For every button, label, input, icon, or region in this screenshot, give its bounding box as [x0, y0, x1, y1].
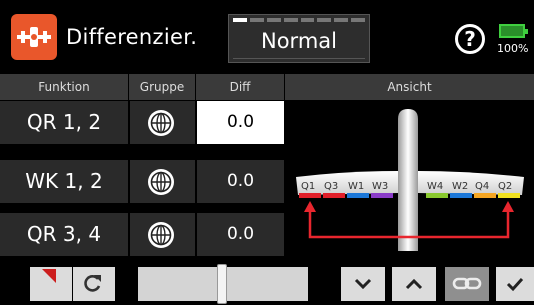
funktion-cell[interactable]: QR 1, 2	[0, 101, 128, 144]
column-header-ansicht: Ansicht	[387, 80, 432, 94]
header: Differenzier. Normal ? 100%	[0, 0, 534, 73]
decrement-button[interactable]	[341, 267, 385, 301]
mode-indicator	[233, 18, 365, 22]
column-header-gruppe: Gruppe	[129, 74, 196, 100]
aircraft-preview: Q1 Q3 W1 W3 W4 W2 Q4 Q2	[286, 101, 534, 259]
check-icon	[506, 277, 524, 292]
diff-value[interactable]: 0.0	[197, 213, 284, 256]
surface-label: Q2	[498, 181, 512, 192]
surface-label: Q1	[301, 181, 315, 192]
chevron-down-icon	[354, 278, 372, 290]
back-button[interactable]	[30, 267, 72, 301]
column-header-diff: Diff	[196, 74, 285, 100]
chevron-up-icon	[405, 278, 423, 290]
gruppe-cell[interactable]	[130, 213, 195, 256]
confirm-button[interactable]	[496, 267, 534, 301]
help-icon[interactable]: ?	[455, 24, 485, 54]
funktion-cell[interactable]: QR 3, 4	[0, 213, 128, 256]
table-row: QR 3, 4 0.0	[0, 213, 284, 256]
increment-button[interactable]	[392, 267, 436, 301]
table-row: WK 1, 2 0.0	[0, 160, 284, 203]
surface-label: W1	[348, 181, 364, 192]
surface-label: Q4	[475, 181, 489, 192]
globe-icon	[148, 110, 174, 136]
value-slider[interactable]	[138, 264, 308, 304]
table-header: Funktion Gruppe Diff Ansicht	[0, 74, 534, 100]
back-icon	[42, 269, 56, 283]
flight-mode-selector[interactable]: Normal	[228, 14, 370, 63]
surface-label: W2	[452, 181, 468, 192]
battery-icon	[499, 24, 528, 38]
globe-icon	[148, 222, 174, 248]
servo-icon[interactable]	[11, 14, 57, 60]
reset-button[interactable]	[73, 267, 115, 301]
link-button[interactable]	[445, 267, 489, 301]
mode-divider	[233, 58, 365, 59]
arrow-up-left	[304, 201, 316, 212]
surface-label: W4	[427, 181, 443, 192]
battery-percent: 100%	[497, 42, 529, 55]
gruppe-cell[interactable]	[130, 160, 195, 203]
slider-thumb[interactable]	[217, 264, 227, 304]
column-header-funktion: Funktion	[0, 74, 129, 100]
reset-icon	[84, 275, 101, 292]
page-title: Differenzier.	[66, 25, 198, 49]
table-row: QR 1, 2 0.0	[0, 101, 284, 144]
funktion-cell[interactable]: WK 1, 2	[0, 160, 128, 203]
gruppe-cell[interactable]	[130, 101, 195, 144]
aircraft-diagram: Q1 Q3 W1 W3 W4 W2 Q4 Q2	[296, 109, 524, 251]
link-icon	[452, 277, 482, 290]
diff-value[interactable]: 0.0	[197, 160, 284, 203]
screen: Differenzier. Normal ? 100% Funktion Gru…	[0, 0, 534, 304]
surface-label: Q3	[324, 181, 338, 192]
globe-icon	[148, 169, 174, 195]
surface-label: W3	[372, 181, 388, 192]
diff-value[interactable]: 0.0	[197, 101, 284, 144]
arrow-up-right	[502, 201, 514, 212]
flight-mode-label: Normal	[261, 29, 337, 53]
bottom-toolbar	[0, 259, 534, 304]
